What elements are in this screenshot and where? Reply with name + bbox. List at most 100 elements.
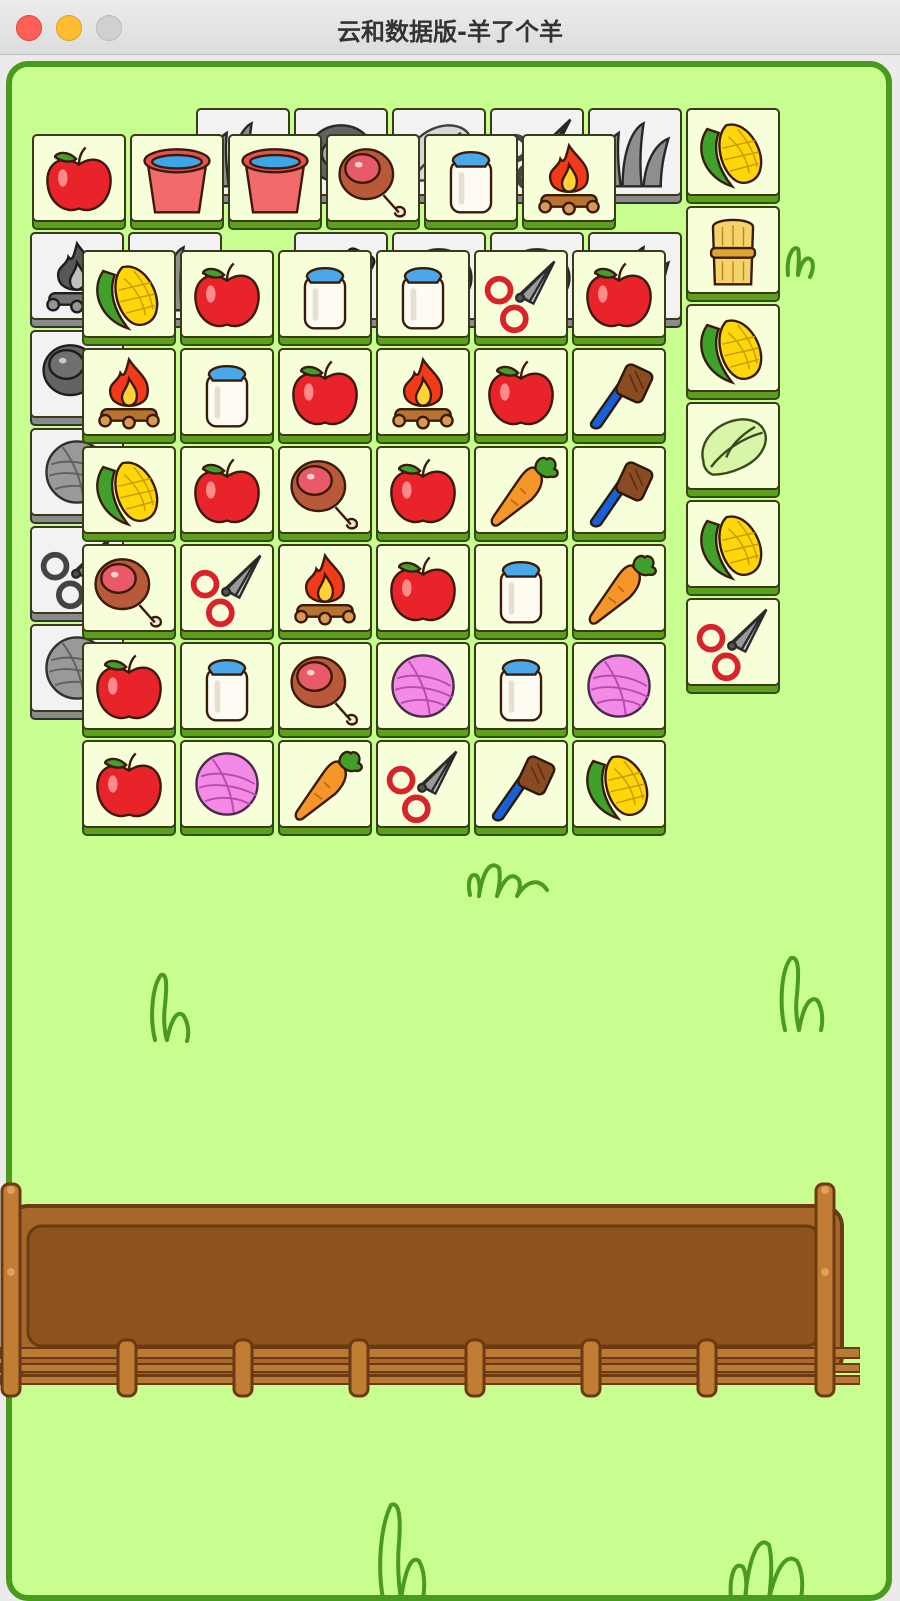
tile-face xyxy=(180,348,274,436)
tile-face xyxy=(82,250,176,338)
game-tile[interactable] xyxy=(278,348,372,446)
grass-decoration xyxy=(785,246,815,279)
tile-face xyxy=(180,740,274,828)
brush-icon xyxy=(574,448,664,532)
grass-decoration xyxy=(466,863,549,898)
tile-face xyxy=(572,446,666,534)
tile-face xyxy=(474,740,568,828)
game-tile[interactable] xyxy=(572,544,666,642)
game-tile[interactable] xyxy=(686,500,780,598)
game-tile[interactable] xyxy=(130,134,224,232)
fire-icon xyxy=(280,546,370,630)
game-tile[interactable] xyxy=(572,446,666,544)
tile-face xyxy=(180,446,274,534)
corn-icon xyxy=(688,110,778,194)
game-tile[interactable] xyxy=(686,108,780,206)
tile-face xyxy=(82,348,176,436)
game-tile[interactable] xyxy=(278,250,372,348)
apple-icon xyxy=(34,136,124,220)
shears-icon xyxy=(688,600,778,684)
game-tile[interactable] xyxy=(376,544,470,642)
game-tile[interactable] xyxy=(474,446,568,544)
tile-face xyxy=(686,304,780,392)
corn-icon xyxy=(574,742,664,826)
game-tile[interactable] xyxy=(376,642,470,740)
window-titlebar: 云和数据版-羊了个羊 xyxy=(0,0,900,55)
game-tile[interactable] xyxy=(82,544,176,642)
game-tile[interactable] xyxy=(686,598,780,696)
game-tile[interactable] xyxy=(278,544,372,642)
tile-face xyxy=(130,134,224,222)
game-tile[interactable] xyxy=(278,446,372,544)
game-tile[interactable] xyxy=(82,446,176,544)
tile-face xyxy=(572,740,666,828)
cabbage-icon xyxy=(688,404,778,488)
game-tile[interactable] xyxy=(82,250,176,348)
milk-icon xyxy=(182,350,272,434)
game-tile[interactable] xyxy=(474,544,568,642)
grass-decoration xyxy=(728,1540,805,1600)
game-tile[interactable] xyxy=(228,134,322,232)
game-tile[interactable] xyxy=(522,134,616,232)
game-tile[interactable] xyxy=(376,446,470,544)
tile-face xyxy=(686,108,780,196)
tile-face xyxy=(424,134,518,222)
carrot-icon xyxy=(280,742,370,826)
tile-face xyxy=(686,500,780,588)
game-tile[interactable] xyxy=(82,740,176,838)
game-tile[interactable] xyxy=(82,348,176,446)
fire-icon xyxy=(524,136,614,220)
tile-face xyxy=(376,642,470,730)
game-tile[interactable] xyxy=(474,348,568,446)
tile-face xyxy=(376,250,470,338)
tile-face xyxy=(376,740,470,828)
brush-icon xyxy=(574,350,664,434)
apple-icon xyxy=(182,448,272,532)
game-tile[interactable] xyxy=(180,348,274,446)
game-tile[interactable] xyxy=(474,642,568,740)
game-tile[interactable] xyxy=(572,642,666,740)
bucket-icon xyxy=(132,136,222,220)
game-tile[interactable] xyxy=(32,134,126,232)
meat-icon xyxy=(328,136,418,220)
game-tile[interactable] xyxy=(424,134,518,232)
game-tile[interactable] xyxy=(686,402,780,500)
tile-face xyxy=(32,134,126,222)
tile-face xyxy=(474,642,568,730)
game-tile[interactable] xyxy=(278,740,372,838)
game-tile[interactable] xyxy=(572,250,666,348)
game-tile[interactable] xyxy=(82,642,176,740)
game-tile[interactable] xyxy=(572,740,666,838)
tile-face xyxy=(228,134,322,222)
game-tile[interactable] xyxy=(686,206,780,304)
game-tile[interactable] xyxy=(474,250,568,348)
tile-face xyxy=(376,446,470,534)
wheat-icon xyxy=(688,208,778,292)
game-tile[interactable] xyxy=(376,250,470,348)
corn-icon xyxy=(688,502,778,586)
tile-face xyxy=(278,446,372,534)
yarn-icon xyxy=(182,742,272,826)
tile-face xyxy=(686,598,780,686)
game-tile[interactable] xyxy=(278,642,372,740)
game-tile[interactable] xyxy=(180,446,274,544)
milk-icon xyxy=(378,252,468,336)
bucket-icon xyxy=(230,136,320,220)
tile-face xyxy=(278,740,372,828)
tile-face xyxy=(522,134,616,222)
game-tile[interactable] xyxy=(180,642,274,740)
corn-icon xyxy=(688,306,778,390)
game-tile[interactable] xyxy=(474,740,568,838)
game-tile[interactable] xyxy=(180,740,274,838)
game-tile[interactable] xyxy=(376,740,470,838)
carrot-icon xyxy=(574,546,664,630)
game-tile[interactable] xyxy=(180,250,274,348)
game-tile[interactable] xyxy=(376,348,470,446)
fire-icon xyxy=(84,350,174,434)
game-tile[interactable] xyxy=(572,348,666,446)
apple-icon xyxy=(378,448,468,532)
game-tile[interactable] xyxy=(326,134,420,232)
game-tile[interactable] xyxy=(686,304,780,402)
carrot-icon xyxy=(476,448,566,532)
game-tile[interactable] xyxy=(180,544,274,642)
